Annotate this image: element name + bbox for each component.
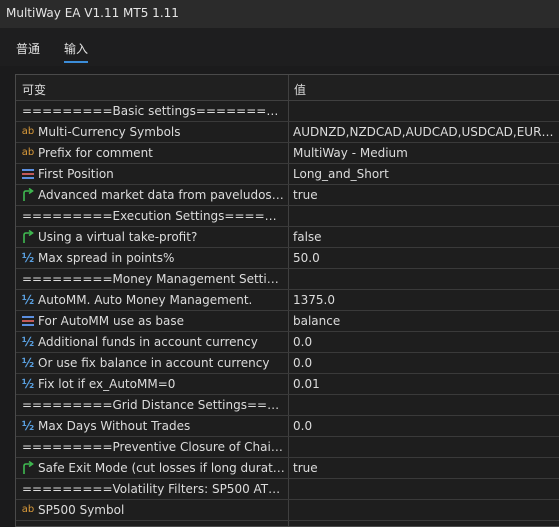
parameter-name: =========Volatility Filters: SP500 ATR% …: [22, 482, 284, 496]
half-number-icon: ½: [21, 335, 35, 349]
table-row[interactable]: ½ Fix lot if ex_AutoMM=0 0.01: [16, 374, 559, 395]
bool-arrow-icon: [21, 460, 35, 475]
ab-string-icon: ab: [21, 504, 35, 515]
parameter-name: =========Preventive Closure of Chains===…: [22, 440, 284, 454]
parameter-name: =========Execution Settings=========: [22, 209, 284, 223]
parameter-value[interactable]: AUDNZD,NZDCAD,AUDCAD,USDCAD,EURUSD,GBPUS…: [293, 125, 558, 139]
window-titlebar: MultiWay EA V1.11 MT5 1.11: [0, 0, 559, 29]
half-number-icon: ½: [21, 251, 35, 265]
window-title: MultiWay EA V1.11 MT5 1.11: [6, 6, 179, 20]
table-row[interactable]: =========Preventive Closure of Chains===…: [16, 437, 559, 458]
parameter-value[interactable]: 1375.0: [293, 293, 558, 307]
parameter-value[interactable]: MultiWay - Medium: [293, 146, 558, 160]
parameter-value[interactable]: true: [293, 188, 558, 202]
enum-icon: [22, 168, 34, 180]
parameter-name: Prefix for comment: [38, 146, 153, 160]
table-row[interactable]: ab Prefix for comment MultiWay - Medium: [16, 143, 559, 164]
parameter-name: Max Days Without Trades: [38, 419, 191, 433]
parameter-name: Additional funds in account currency: [38, 335, 258, 349]
table-row[interactable]: ab Multi-Currency Symbols AUDNZD,NZDCAD,AU…: [16, 122, 559, 143]
half-number-icon: ½: [21, 377, 35, 391]
parameter-value[interactable]: Long_and_Short: [293, 167, 558, 181]
table-row[interactable]: Using a virtual take-profit? false: [16, 227, 559, 248]
table-row[interactable]: First Position Long_and_Short: [16, 164, 559, 185]
table-row[interactable]: ½ Or use fix balance in account currency 0…: [16, 353, 559, 374]
header-value[interactable]: 值: [294, 81, 306, 98]
parameter-name: Using a virtual take-profit?: [38, 230, 198, 244]
inputs-table: 可变 值 =========Basic settings========= ab M…: [15, 74, 559, 527]
table-row[interactable]: Safe Exit Mode (cut losses if long durat…: [16, 458, 559, 479]
table-row[interactable]: For AutoMM use as base balance: [16, 311, 559, 332]
parameter-value[interactable]: balance: [293, 314, 558, 328]
table-row[interactable]: =========Volatility Filters: SP500 ATR% …: [16, 479, 559, 500]
table-row[interactable]: Advanced market data from paveludoseev tr…: [16, 185, 559, 206]
ab-string-icon: ab: [21, 126, 35, 137]
table-row[interactable]: =========Basic settings=========: [16, 101, 559, 122]
parameter-name: Multi-Currency Symbols: [38, 125, 181, 139]
half-number-icon: ½: [21, 293, 35, 307]
bool-arrow-icon: [21, 229, 35, 244]
table-row[interactable]: =========Execution Settings=========: [16, 206, 559, 227]
tab-bar: 普通 输入: [0, 28, 559, 66]
parameter-name: For AutoMM use as base: [38, 314, 185, 328]
tab-inputs[interactable]: 输入: [64, 40, 89, 63]
parameter-name: Max spread in points%: [38, 251, 175, 265]
tab-common[interactable]: 普通: [16, 40, 40, 57]
parameter-value[interactable]: false: [293, 230, 558, 244]
parameter-name: AutoMM. Auto Money Management.: [38, 293, 253, 307]
parameter-name: Fix lot if ex_AutoMM=0: [38, 377, 176, 391]
table-row[interactable]: ½ Additional funds in account currency 0.0: [16, 332, 559, 353]
half-number-icon: ½: [21, 419, 35, 433]
parameter-name: =========Basic settings=========: [22, 104, 284, 118]
parameter-name: Safe Exit Mode (cut losses if long durat…: [38, 461, 285, 475]
parameter-name: Or use fix balance in account currency: [38, 356, 270, 370]
bool-arrow-icon: [21, 187, 35, 202]
parameter-value[interactable]: 0.0: [293, 356, 558, 370]
parameter-name: SP500 Symbol: [38, 503, 125, 517]
header-variable[interactable]: 可变: [22, 81, 46, 98]
parameter-value[interactable]: 0.01: [293, 377, 558, 391]
parameter-value[interactable]: 0.0: [293, 335, 558, 349]
table-row[interactable]: ab SP500 Symbol: [16, 500, 559, 521]
enum-icon: [22, 315, 34, 327]
ab-string-icon: ab: [21, 147, 35, 158]
table-row[interactable]: ½ Max Days Without Trades 0.0: [16, 416, 559, 437]
parameter-value[interactable]: 0.0: [293, 419, 558, 433]
table-row[interactable]: ½ AutoMM. Auto Money Management. 1375.0: [16, 290, 559, 311]
parameter-name: =========Money Management Settings======…: [22, 272, 284, 286]
table-row[interactable]: =========Money Management Settings======…: [16, 269, 559, 290]
parameter-value[interactable]: 50.0: [293, 251, 558, 265]
parameter-name: First Position: [38, 167, 114, 181]
table-row[interactable]: =========Grid Distance Settings=========: [16, 395, 559, 416]
parameter-value[interactable]: true: [293, 461, 558, 475]
half-number-icon: ½: [21, 356, 35, 370]
table-row[interactable]: ½ Max spread in points% 50.0: [16, 248, 559, 269]
parameter-name: Advanced market data from paveludoseev: [38, 188, 285, 202]
parameter-name: =========Grid Distance Settings=========: [22, 398, 284, 412]
